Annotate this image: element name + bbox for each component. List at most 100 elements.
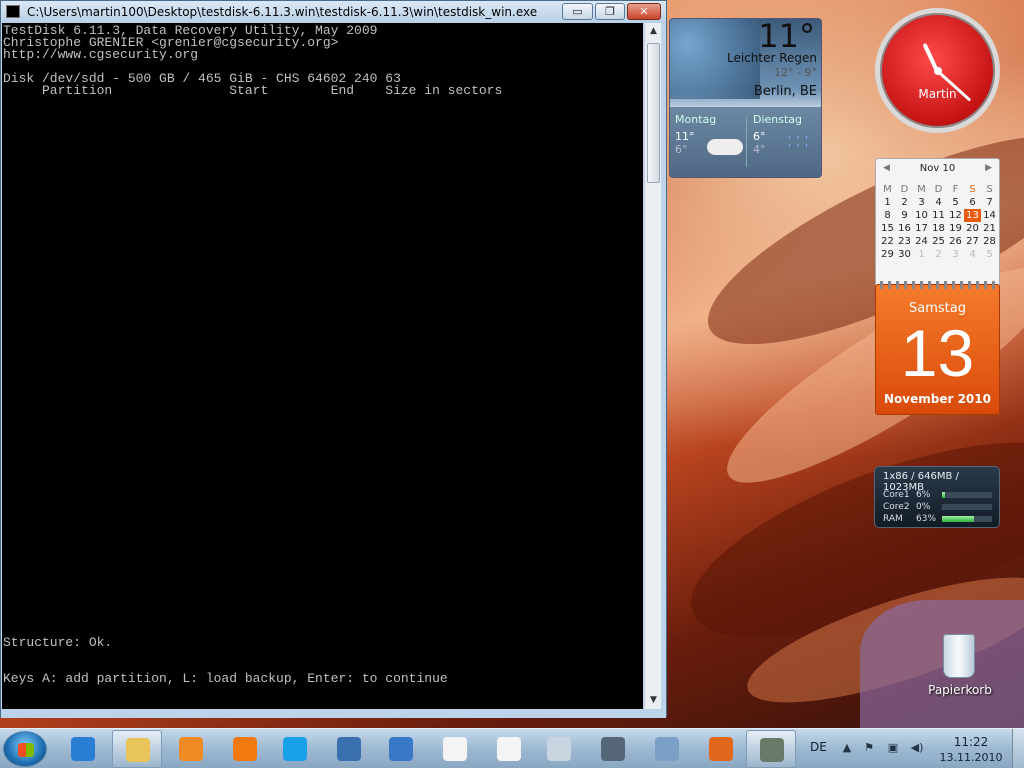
taskbar-explorer[interactable]: [112, 730, 162, 768]
scroll-up-arrow-icon[interactable]: ▲: [645, 23, 662, 40]
calendar-day-cell[interactable]: 22: [879, 235, 896, 248]
calendar-month-gadget[interactable]: ◀ Nov 10 ▶ M D M D F S S 1 2 3 4 5 6 7 8 9 10 11 12 13 14 15 1…: [875, 158, 1000, 288]
calendar-weekday-header: S: [986, 184, 993, 195]
calendar-day-cell[interactable]: 25: [930, 235, 947, 248]
cpu-meter-value: 0%: [916, 502, 931, 512]
taskbar-vlc[interactable]: [220, 730, 270, 768]
calendar-day-cell[interactable]: 5: [981, 248, 998, 261]
thunderbird-icon: [389, 737, 413, 761]
calendar-day-cell[interactable]: 24: [913, 235, 930, 248]
calendar-day-cell[interactable]: 20: [964, 222, 981, 235]
recycle-bin-desktop-icon[interactable]: Papierkorb: [925, 630, 995, 700]
calendar-day-cell[interactable]: 2: [930, 248, 947, 261]
taskbar-clock-time[interactable]: 11:22: [936, 735, 1006, 749]
explorer-icon: [126, 738, 150, 762]
console-line: Structure: Ok.: [3, 635, 113, 650]
calendar-day-cell[interactable]: 9: [896, 209, 913, 222]
taskbar-notepad-2[interactable]: [484, 730, 534, 768]
scroll-thumb[interactable]: [647, 43, 660, 183]
taskbar-network-monitor[interactable]: [642, 730, 692, 768]
cpu-meter-value: 63%: [916, 514, 937, 524]
calendar-day-cell[interactable]: 7: [981, 196, 998, 209]
weather-condition: Leichter Regen: [726, 51, 817, 65]
taskbar-clock-date[interactable]: 13.11.2010: [936, 751, 1006, 764]
current-temperature: 11°: [758, 18, 815, 55]
calendar-day-cell[interactable]: 15: [879, 222, 896, 235]
calendar-day-cell[interactable]: 18: [930, 222, 947, 235]
calendar-day-cell[interactable]: 1: [913, 248, 930, 261]
calendar-day-cell[interactable]: 5: [947, 196, 964, 209]
calendar-day-cell[interactable]: 21: [981, 222, 998, 235]
calendar-day-cell[interactable]: 3: [913, 196, 930, 209]
calendar-day-cell[interactable]: 4: [930, 196, 947, 209]
calendar-day-cell[interactable]: 8: [879, 209, 896, 222]
forecast-day-name: Dienstag: [753, 113, 803, 126]
weather-gadget[interactable]: 11° Leichter Regen 12° - 9° Berlin, BE M…: [669, 18, 822, 178]
notepad-1-icon: [443, 737, 467, 761]
calendar-day-cell[interactable]: 27: [964, 235, 981, 248]
calendar-day-cell[interactable]: 29: [879, 248, 896, 261]
action-center-flag-icon[interactable]: ⚑: [862, 742, 876, 754]
cpu-meter-label: RAM: [883, 514, 903, 524]
calendar-day-cell[interactable]: 6: [964, 196, 981, 209]
testdisk-icon: [760, 738, 784, 762]
calendar-weekday-header: F: [952, 184, 959, 195]
calendar-day-cell[interactable]: 11: [930, 209, 947, 222]
calendar-day-gadget[interactable]: Samstag 13 November 2010: [875, 281, 1000, 415]
taskbar-thunderbird[interactable]: [376, 730, 426, 768]
show-desktop-button[interactable]: [1012, 729, 1024, 768]
calendar-day-cell[interactable]: 4: [964, 248, 981, 261]
cpu-meter-fill: [942, 492, 945, 498]
cpu-meter-gadget[interactable]: 1x86 / 646MB / 1023MB Core1 6% Core2 0% …: [874, 466, 1000, 528]
window-titlebar[interactable]: C:\Users\martin100\Desktop\testdisk-6.11…: [1, 1, 666, 23]
start-button[interactable]: [3, 731, 47, 767]
calendar-day-cell[interactable]: 16: [896, 222, 913, 235]
calendar-next-icon[interactable]: ▶: [985, 163, 992, 173]
rain-icon: ' ' ' ' ' ': [788, 134, 810, 155]
calendar-day-cell[interactable]: 30: [896, 248, 913, 261]
calendar-day-cell[interactable]: 2: [896, 196, 913, 209]
taskbar-media-player[interactable]: [166, 730, 216, 768]
cpu-meter-label: Core1: [883, 490, 910, 500]
scroll-down-arrow-icon[interactable]: ▼: [645, 692, 662, 709]
testdisk-console-window[interactable]: C:\Users\martin100\Desktop\testdisk-6.11…: [0, 0, 667, 718]
taskbar-notepad-1[interactable]: [430, 730, 480, 768]
cpu-meter-bar: [942, 516, 992, 522]
taskbar-wintv[interactable]: [534, 730, 584, 768]
calendar-day-cell[interactable]: 14: [981, 209, 998, 222]
close-button[interactable]: ✕: [627, 3, 661, 20]
calendar-day-cell[interactable]: 10: [913, 209, 930, 222]
vertical-scrollbar[interactable]: ▲ ▼: [644, 23, 661, 709]
recycle-bin-icon: [943, 634, 975, 678]
show-hidden-icons-icon[interactable]: ▲: [840, 742, 854, 754]
taskbar: DE ▲ ⚑ ▣ ◀) 11:22 13.11.2010: [0, 728, 1024, 768]
taskbar-network-app[interactable]: [324, 730, 374, 768]
taskbar-testdisk[interactable]: [746, 730, 796, 768]
calendar-day-cell[interactable]: 23: [896, 235, 913, 248]
calendar-day-cell[interactable]: 3: [947, 248, 964, 261]
taskbar-internet-explorer[interactable]: [58, 730, 108, 768]
network-icon[interactable]: ▣: [886, 742, 900, 754]
taskbar-satellite[interactable]: [588, 730, 638, 768]
calendar-weekday-header: M: [917, 184, 926, 195]
taskbar-firefox[interactable]: [696, 730, 746, 768]
console-icon: [6, 5, 20, 18]
language-indicator[interactable]: DE: [810, 740, 827, 754]
calendar-day-cell[interactable]: 12: [947, 209, 964, 222]
forecast-day-name: Montag: [675, 113, 717, 126]
volume-icon[interactable]: ◀): [910, 742, 924, 754]
console-output[interactable]: TestDisk 6.11.3, Data Recovery Utility, …: [2, 23, 643, 709]
calendar-day-cell[interactable]: 13: [964, 209, 981, 222]
minimize-button[interactable]: ▭: [562, 3, 593, 20]
calendar-day-cell[interactable]: 26: [947, 235, 964, 248]
internet-explorer-icon: [71, 737, 95, 761]
calendar-day-cell[interactable]: 1: [879, 196, 896, 209]
calendar-day-cell[interactable]: 17: [913, 222, 930, 235]
clock-gadget[interactable]: Martin: [875, 8, 1000, 133]
vlc-icon: [233, 737, 257, 761]
maximize-button[interactable]: ❐: [595, 3, 625, 20]
taskbar-skype[interactable]: [270, 730, 320, 768]
windows-logo-icon: [18, 743, 34, 757]
calendar-day-cell[interactable]: 19: [947, 222, 964, 235]
calendar-day-cell[interactable]: 28: [981, 235, 998, 248]
